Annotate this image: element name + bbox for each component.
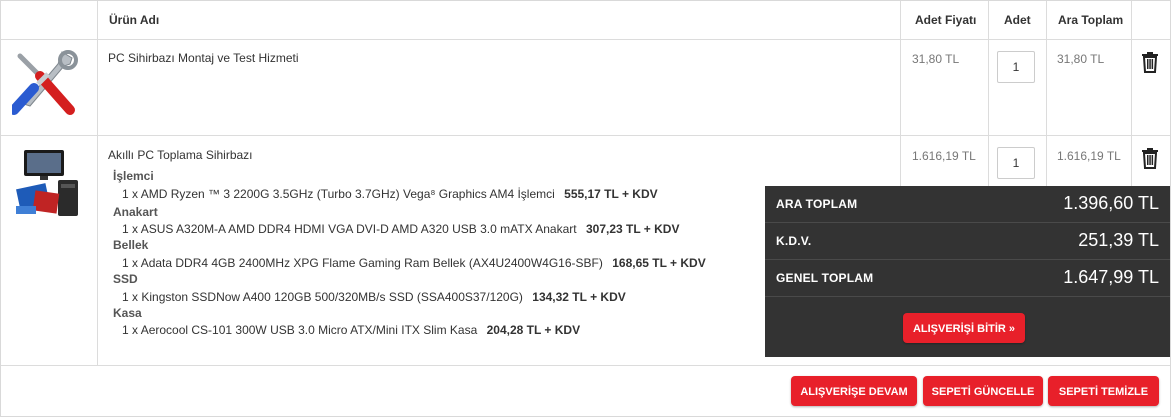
summary-subtotal-value: 1.396,60 TL <box>1063 193 1159 213</box>
component-line: 1 x ASUS A320M-A AMD DDR4 HDMI VGA DVI-D… <box>122 222 679 236</box>
header-subtotal: Ara Toplam <box>1058 13 1124 27</box>
component-category: Bellek <box>113 238 149 252</box>
product-name[interactable]: PC Sihirbazı Montaj ve Test Hizmeti <box>108 51 299 65</box>
column-divider <box>1046 1 1047 187</box>
summary-tax-label: K.D.V. <box>776 234 812 248</box>
continue-shopping-button[interactable]: ALIŞVERİŞE DEVAM <box>791 376 917 406</box>
row-subtotal: 31,80 TL <box>1057 52 1105 66</box>
summary-subtotal-row: ARA TOPLAM 1.396,60 TL <box>765 186 1170 223</box>
component-name: Aerocool CS-101 300W USB 3.0 Micro ATX/M… <box>140 323 478 337</box>
summary-tax-row: K.D.V. 251,39 TL <box>765 223 1170 260</box>
column-divider <box>97 1 98 365</box>
component-name: Adata DDR4 4GB 2400MHz XPG Flame Gaming … <box>140 256 603 270</box>
trash-icon[interactable] <box>1141 51 1159 73</box>
row-divider <box>1 39 1170 40</box>
order-summary: ARA TOPLAM 1.396,60 TL K.D.V. 251,39 TL … <box>765 186 1170 357</box>
tools-icon <box>12 50 78 115</box>
component-category: Anakart <box>113 205 158 219</box>
component-category: İşlemci <box>113 169 154 183</box>
component-qty: 1 x <box>122 222 139 236</box>
component-qty: 1 x <box>122 290 139 304</box>
clear-cart-button[interactable]: SEPETİ TEMİZLE <box>1048 376 1159 406</box>
trash-icon[interactable] <box>1141 147 1159 169</box>
header-quantity: Adet <box>1004 13 1031 27</box>
component-price: 307,23 TL + KDV <box>585 222 680 236</box>
component-name: ASUS A320M-A AMD DDR4 HDMI VGA DVI-D AMD… <box>140 222 577 236</box>
unit-price: 1.616,19 TL <box>912 149 976 163</box>
component-name: Kingston SSDNow A400 120GB 500/320MB/s S… <box>141 290 523 304</box>
component-category: Kasa <box>113 306 142 320</box>
component-price: 168,65 TL + KDV <box>612 256 706 270</box>
update-cart-button[interactable]: SEPETİ GÜNCELLE <box>923 376 1043 406</box>
header-product-name: Ürün Adı <box>109 13 160 27</box>
component-price: 555,17 TL + KDV <box>564 187 658 201</box>
header-unit-price: Adet Fiyatı <box>915 13 977 27</box>
column-divider <box>900 1 901 187</box>
unit-price: 31,80 TL <box>912 52 960 66</box>
component-price: 134,32 TL + KDV <box>532 290 626 304</box>
summary-total-row: GENEL TOPLAM 1.647,99 TL <box>765 260 1170 297</box>
column-divider <box>1131 1 1132 187</box>
component-category: SSD <box>113 272 138 286</box>
component-qty: 1 x <box>122 187 139 201</box>
component-line: 1 x AMD Ryzen ™ 3 2200G 3.5GHz (Turbo 3.… <box>122 187 658 201</box>
summary-subtotal-label: ARA TOPLAM <box>776 197 858 211</box>
row-divider <box>1 365 1170 366</box>
component-line: 1 x Aerocool CS-101 300W USB 3.0 Micro A… <box>122 323 580 337</box>
quantity-input[interactable] <box>997 147 1035 179</box>
row-subtotal: 1.616,19 TL <box>1057 149 1121 163</box>
component-price: 204,28 TL + KDV <box>486 323 581 337</box>
column-divider <box>988 1 989 187</box>
component-line: 1 x Adata DDR4 4GB 2400MHz XPG Flame Gam… <box>122 256 706 270</box>
summary-total-label: GENEL TOPLAM <box>776 271 874 285</box>
component-qty: 1 x <box>122 256 139 270</box>
summary-total-value: 1.647,99 TL <box>1063 267 1159 287</box>
component-qty: 1 x <box>122 323 139 337</box>
product-name[interactable]: Akıllı PC Toplama Sihirbazı <box>108 148 253 162</box>
pc-bundle-icon <box>16 150 78 216</box>
row-divider <box>1 135 1170 136</box>
component-line: 1 x Kingston SSDNow A400 120GB 500/320MB… <box>122 290 626 304</box>
summary-tax-value: 251,39 TL <box>1078 230 1159 250</box>
component-name: AMD Ryzen ™ 3 2200G 3.5GHz (Turbo 3.7GHz… <box>140 187 555 201</box>
quantity-input[interactable] <box>997 51 1035 83</box>
checkout-button[interactable]: ALIŞVERİŞİ BİTİR » <box>903 313 1025 343</box>
